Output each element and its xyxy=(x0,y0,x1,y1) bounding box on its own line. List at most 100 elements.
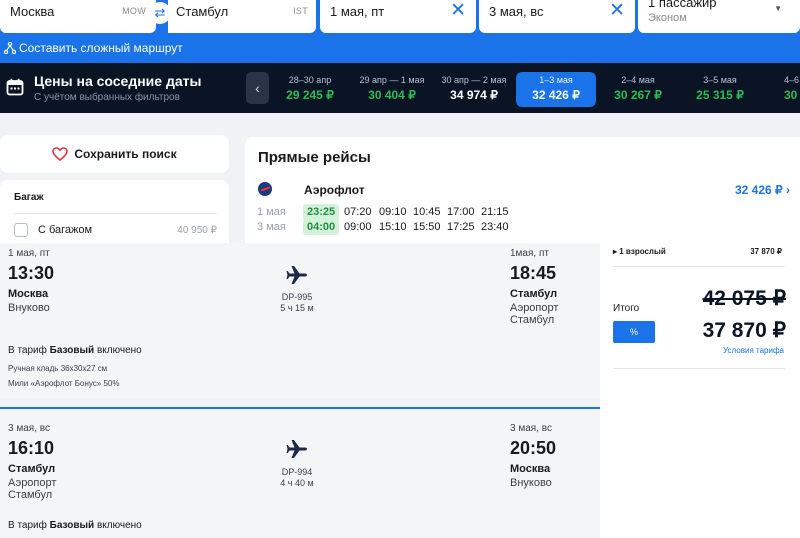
nearby-date-range: 3–5 мая xyxy=(703,75,737,85)
flight-duration: 4 ч 40 м xyxy=(280,478,314,488)
arrival-airport: Аэропорт Стамбул xyxy=(510,302,559,326)
baggage-option-label: С багажом xyxy=(38,224,93,236)
nearby-dates-subtitle: С учётом выбранных фильтров xyxy=(34,92,180,103)
calendar-icon xyxy=(6,78,24,96)
nearby-date-range: 1–3 мая xyxy=(539,75,573,85)
baggage-filter: Багаж С багажом 40 950 ₽ xyxy=(0,180,229,250)
destination-city: Стамбул xyxy=(176,4,229,19)
total-label: Итого xyxy=(613,303,640,314)
search-bar: Москва MOW ⇄ Стамбул IST 1 мая, пт ✕ 3 м… xyxy=(0,0,800,63)
time-option[interactable]: 21:15 xyxy=(481,206,509,218)
time-option[interactable]: 15:10 xyxy=(379,221,407,233)
price-summary: ▸ 1 взрослый 37 870 ₽ Итого 42 075 ₽ % 3… xyxy=(600,243,800,538)
nearby-date-0[interactable]: 28–30 апр 29 245 ₽ xyxy=(270,72,350,107)
chevron-right-icon: › xyxy=(786,183,790,197)
save-search-button[interactable]: Сохранить поиск xyxy=(0,135,229,173)
arrival-airport: Внуково xyxy=(510,477,552,489)
cabin-class: Эконом xyxy=(648,12,687,24)
origin-code: MOW xyxy=(122,6,146,16)
nearby-date-price: 34 974 ₽ xyxy=(450,88,498,102)
time-option[interactable]: 10:45 xyxy=(413,206,441,218)
time-option[interactable]: 15:50 xyxy=(413,221,441,233)
airline-name: Аэрофлот xyxy=(304,183,365,197)
time-option-selected[interactable]: 04:00 xyxy=(303,219,340,235)
nearby-date-price: 30 404 ₽ xyxy=(368,88,416,102)
complex-route-label: Составить сложный маршрут xyxy=(19,41,183,55)
time-option-selected[interactable]: 23:25 xyxy=(303,204,340,220)
time-option[interactable]: 09:10 xyxy=(379,206,407,218)
miles-note: Мили «Аэрофлот Бонус» 50% xyxy=(8,379,120,388)
baggage-checkbox[interactable] xyxy=(14,223,28,237)
nearby-date-6[interactable]: 4–6 30 xyxy=(762,72,800,107)
depart-date: 1 мая, пт xyxy=(330,4,385,19)
arrival-city: Москва xyxy=(510,463,551,475)
direct-price-link[interactable]: 32 426 ₽ › xyxy=(735,183,790,197)
nearby-date-2[interactable]: 30 апр — 2 мая 34 974 ₽ xyxy=(434,72,514,107)
return-date-field[interactable]: 3 мая, вс ✕ xyxy=(479,0,635,33)
time-option[interactable]: 07:20 xyxy=(344,206,372,218)
passenger-toggle[interactable]: ▸ 1 взрослый xyxy=(613,247,666,256)
heart-icon xyxy=(52,147,69,161)
flight-segment-outbound: 1 мая, пт 13:30 Москва Внуково DP-995 5 … xyxy=(0,243,600,398)
time-option[interactable]: 17:25 xyxy=(447,221,475,233)
tariff-name: Базовый xyxy=(49,520,95,531)
time-option[interactable]: 23:40 xyxy=(481,221,509,233)
direct-flights-title: Прямые рейсы xyxy=(258,149,371,166)
passenger-type: 1 взрослый xyxy=(619,247,666,256)
nearby-dates-title: Цены на соседние даты xyxy=(34,73,202,89)
time-option[interactable]: 17:00 xyxy=(447,206,475,218)
nearby-date-range: 29 апр — 1 мая xyxy=(359,75,425,85)
divider xyxy=(613,368,785,369)
nearby-date-price: 25 315 ₽ xyxy=(696,88,744,102)
tariff-info: В тариф Базовый включено xyxy=(8,520,142,531)
flight-segment-return: 3 мая, вс 16:10 Стамбул Аэропорт Стамбул… xyxy=(0,409,600,538)
nearby-date-price: 30 267 ₽ xyxy=(614,88,662,102)
departure-airport: Внуково xyxy=(8,302,50,314)
baggage-title: Багаж xyxy=(14,192,44,203)
return-date: 3 мая, вс xyxy=(489,4,544,19)
passengers-field[interactable]: 1 пассажир Эконом ▼ xyxy=(638,0,800,33)
divider xyxy=(14,213,217,214)
time-option[interactable]: 09:00 xyxy=(344,221,372,233)
nearby-date-range: 2–4 мая xyxy=(621,75,655,85)
old-price: 42 075 ₽ xyxy=(702,287,786,310)
nearby-date-price: 30 xyxy=(784,88,798,102)
departure-date: 1 мая, пт xyxy=(8,248,50,259)
nearby-date-range: 28–30 апр xyxy=(288,75,332,85)
departure-time: 16:10 xyxy=(8,438,55,458)
row-date: 3 мая xyxy=(257,221,286,233)
nearby-date-range: 4–6 xyxy=(784,75,800,85)
tariff-conditions-link[interactable]: Условия тарифа xyxy=(723,346,784,355)
plane-icon xyxy=(286,440,307,458)
passenger-price: 37 870 ₽ xyxy=(750,247,782,256)
tariff-suffix: включено xyxy=(96,345,142,356)
nearby-dates-strip: Цены на соседние даты С учётом выбранных… xyxy=(0,63,800,113)
clear-return-date-icon[interactable]: ✕ xyxy=(609,0,625,22)
discount-badge[interactable]: % xyxy=(613,321,655,343)
swap-cities-icon[interactable]: ⇄ xyxy=(149,2,171,24)
arrival-date: 3 мая, вс xyxy=(510,423,552,434)
depart-date-field[interactable]: 1 мая, пт ✕ xyxy=(320,0,476,33)
baggage-option-price: 40 950 ₽ xyxy=(177,225,217,236)
carry-on-note: Ручная кладь 36x30x27 см xyxy=(8,364,108,373)
chevron-right-icon: ▸ xyxy=(613,247,618,256)
arrival-date: 1мая, пт xyxy=(510,248,549,259)
nearby-date-price: 29 245 ₽ xyxy=(286,88,334,102)
tariff-name: Базовый xyxy=(49,345,95,356)
tariff-suffix: включено xyxy=(96,520,142,531)
direct-flights-card: Прямые рейсы Аэрофлот 32 426 ₽ › 1 мая 2… xyxy=(245,137,800,250)
arrival-time: 18:45 xyxy=(510,263,557,283)
nearby-date-3-selected[interactable]: 1–3 мая 32 426 ₽ xyxy=(516,72,596,107)
nearby-date-5[interactable]: 3–5 мая 25 315 ₽ xyxy=(680,72,760,107)
destination-field[interactable]: Стамбул IST xyxy=(168,0,316,33)
origin-city: Москва xyxy=(10,4,55,19)
clear-depart-date-icon[interactable]: ✕ xyxy=(450,0,466,22)
chevron-left-icon[interactable]: ‹ xyxy=(246,72,269,104)
nearby-date-4[interactable]: 2–4 мая 30 267 ₽ xyxy=(598,72,678,107)
origin-field[interactable]: Москва MOW xyxy=(0,0,156,33)
row-date: 1 мая xyxy=(257,206,286,218)
nearby-date-1[interactable]: 29 апр — 1 мая 30 404 ₽ xyxy=(352,72,432,107)
chevron-down-icon: ▼ xyxy=(774,4,782,13)
tariff-info: В тариф Базовый включено xyxy=(8,345,142,356)
complex-route-link[interactable]: Составить сложный маршрут xyxy=(4,41,183,55)
